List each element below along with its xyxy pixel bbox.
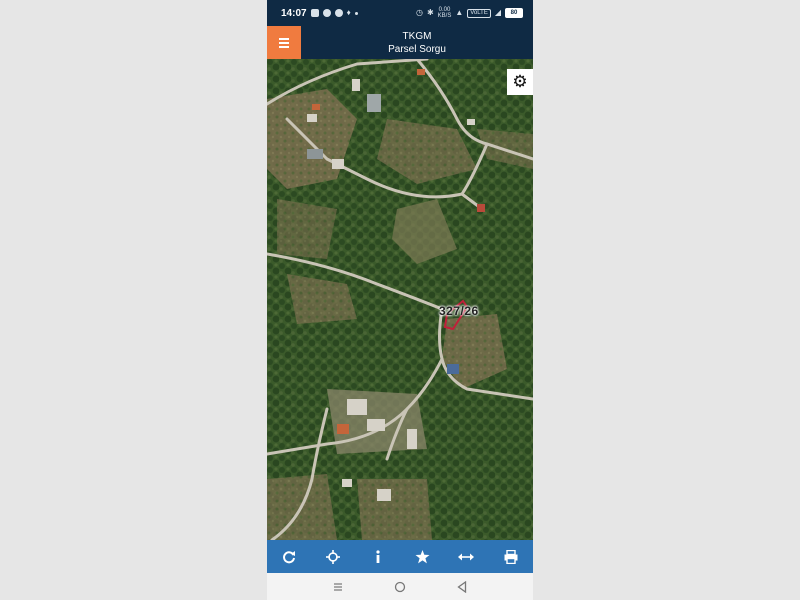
recents-button[interactable] bbox=[328, 577, 348, 597]
recents-icon bbox=[334, 582, 342, 591]
hamburger-icon bbox=[279, 36, 289, 50]
parcel-label[interactable]: 327/26 bbox=[439, 304, 479, 318]
favorites-button[interactable] bbox=[407, 542, 437, 572]
measure-icon bbox=[458, 553, 475, 560]
info-icon bbox=[376, 549, 380, 563]
bluetooth-icon: ✱ bbox=[426, 8, 434, 17]
settings-button[interactable]: ⚙ bbox=[507, 69, 533, 95]
satellite-imagery bbox=[267, 59, 533, 540]
locate-icon bbox=[326, 549, 341, 564]
dot-icon bbox=[354, 11, 358, 15]
network-speed-unit: KB/S bbox=[437, 13, 452, 19]
refresh-icon bbox=[283, 550, 296, 563]
header-titles: TKGM Parsel Sorgu bbox=[301, 26, 533, 59]
message-icon bbox=[310, 9, 319, 17]
back-button[interactable] bbox=[452, 577, 472, 597]
status-bar: 14:07 ♦ ◷ ✱ 0.00 KB/S ▲ VoLTE ◢ 80 bbox=[267, 0, 533, 26]
battery-level: 80 bbox=[510, 10, 518, 16]
locate-button[interactable] bbox=[318, 542, 348, 572]
home-icon bbox=[394, 581, 406, 592]
app-header: TKGM Parsel Sorgu bbox=[267, 26, 533, 59]
status-left: 14:07 ♦ bbox=[281, 8, 358, 19]
back-icon bbox=[457, 580, 467, 593]
bottom-toolbar bbox=[267, 540, 533, 573]
phone-screen: 14:07 ♦ ◷ ✱ 0.00 KB/S ▲ VoLTE ◢ 80 TKGM … bbox=[267, 0, 533, 600]
share-icon bbox=[334, 9, 343, 17]
alarm-icon: ◷ bbox=[415, 8, 423, 17]
network-speed: 0.00 KB/S bbox=[438, 7, 452, 19]
status-time: 14:07 bbox=[281, 7, 307, 19]
battery-icon: 80 bbox=[505, 8, 523, 18]
whatsapp-icon bbox=[322, 9, 331, 17]
menu-button[interactable] bbox=[267, 26, 301, 59]
satellite-map[interactable]: ⚙ 327/26 bbox=[267, 59, 533, 540]
wifi-icon: ▲ bbox=[455, 8, 464, 17]
info-button[interactable] bbox=[363, 542, 393, 572]
system-nav-bar bbox=[267, 573, 533, 600]
app-title: TKGM bbox=[402, 30, 432, 42]
print-icon bbox=[504, 549, 518, 564]
signal-icon: ◢ bbox=[494, 8, 501, 17]
status-right: ◷ ✱ 0.00 KB/S ▲ VoLTE ◢ 80 bbox=[416, 7, 523, 19]
measure-button[interactable] bbox=[451, 542, 481, 572]
refresh-button[interactable] bbox=[274, 542, 304, 572]
home-button[interactable] bbox=[390, 577, 410, 597]
star-icon bbox=[415, 549, 430, 563]
notification-icon: ♦ bbox=[346, 8, 351, 17]
print-button[interactable] bbox=[496, 542, 526, 572]
gear-icon: ⚙ bbox=[512, 72, 528, 91]
volte-badge: VoLTE bbox=[467, 8, 491, 18]
app-subtitle: Parsel Sorgu bbox=[388, 43, 446, 55]
